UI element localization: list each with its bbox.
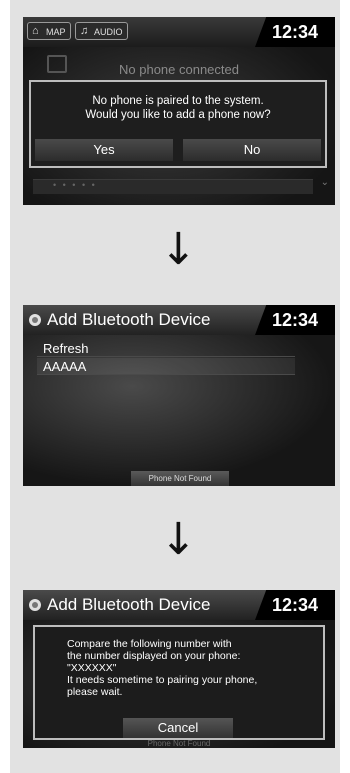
clock: 12:34: [255, 305, 335, 335]
dialog-line-2: Would you like to add a phone now?: [85, 109, 271, 121]
audio-label: AUDIO: [94, 27, 123, 37]
map-button[interactable]: ⌂ MAP: [27, 22, 71, 40]
audio-button[interactable]: ♫ AUDIO: [75, 22, 128, 40]
dialog-message: No phone is paired to the system. Would …: [31, 94, 325, 122]
clock: 12:34: [255, 590, 335, 620]
message-line: It needs sometime to pairing your phone,: [67, 674, 258, 686]
message-line: the number displayed on your phone:: [67, 650, 241, 662]
no-phone-screen: ⌂ MAP ♫ AUDIO 12:34 No phone connected N…: [23, 17, 335, 205]
list-item-device[interactable]: AAAAA: [37, 358, 295, 375]
passkey-text: "XXXXXX": [67, 662, 117, 674]
down-arrow-icon: ↓: [160, 514, 197, 565]
pairing-dialog: Compare the following number with the nu…: [33, 625, 325, 740]
no-button[interactable]: No: [183, 139, 321, 161]
dialog-line-1: No phone is paired to the system.: [92, 95, 264, 107]
top-bar: ⌂ MAP ♫ AUDIO 12:34: [23, 17, 335, 47]
bottom-list-row: • • • • •: [33, 179, 313, 194]
phone-not-found-button[interactable]: Phone Not Found: [131, 471, 229, 486]
page-title: Add Bluetooth Device: [47, 310, 211, 329]
title-bar: Add Bluetooth Device 12:34: [23, 305, 335, 335]
scroll-down-icon[interactable]: ⌄: [321, 177, 329, 188]
back-icon[interactable]: [29, 314, 41, 326]
cancel-button[interactable]: Cancel: [123, 718, 233, 738]
clock: 12:34: [255, 17, 335, 47]
music-note-icon: ♫: [80, 25, 89, 37]
page-title: Add Bluetooth Device: [47, 595, 211, 614]
title-bar: Add Bluetooth Device 12:34: [23, 590, 335, 620]
add-device-screen: Add Bluetooth Device 12:34 Refresh AAAAA…: [23, 305, 335, 486]
down-arrow-icon: ↓: [160, 224, 197, 275]
pair-prompt-dialog: No phone is paired to the system. Would …: [29, 80, 327, 168]
pairing-screen: Add Bluetooth Device 12:34 Compare the f…: [23, 590, 335, 748]
map-label: MAP: [46, 27, 66, 37]
back-icon[interactable]: [29, 599, 41, 611]
message-line: please wait.: [67, 686, 123, 698]
row-placeholder-icon: • • • • •: [53, 180, 97, 190]
list-item-refresh[interactable]: Refresh: [37, 340, 295, 357]
map-icon: ⌂: [32, 25, 39, 37]
message-line: Compare the following number with: [67, 638, 232, 650]
status-text: No phone connected: [119, 62, 239, 77]
yes-button[interactable]: Yes: [35, 139, 173, 161]
phone-not-found-button[interactable]: Phone Not Found: [23, 739, 335, 748]
